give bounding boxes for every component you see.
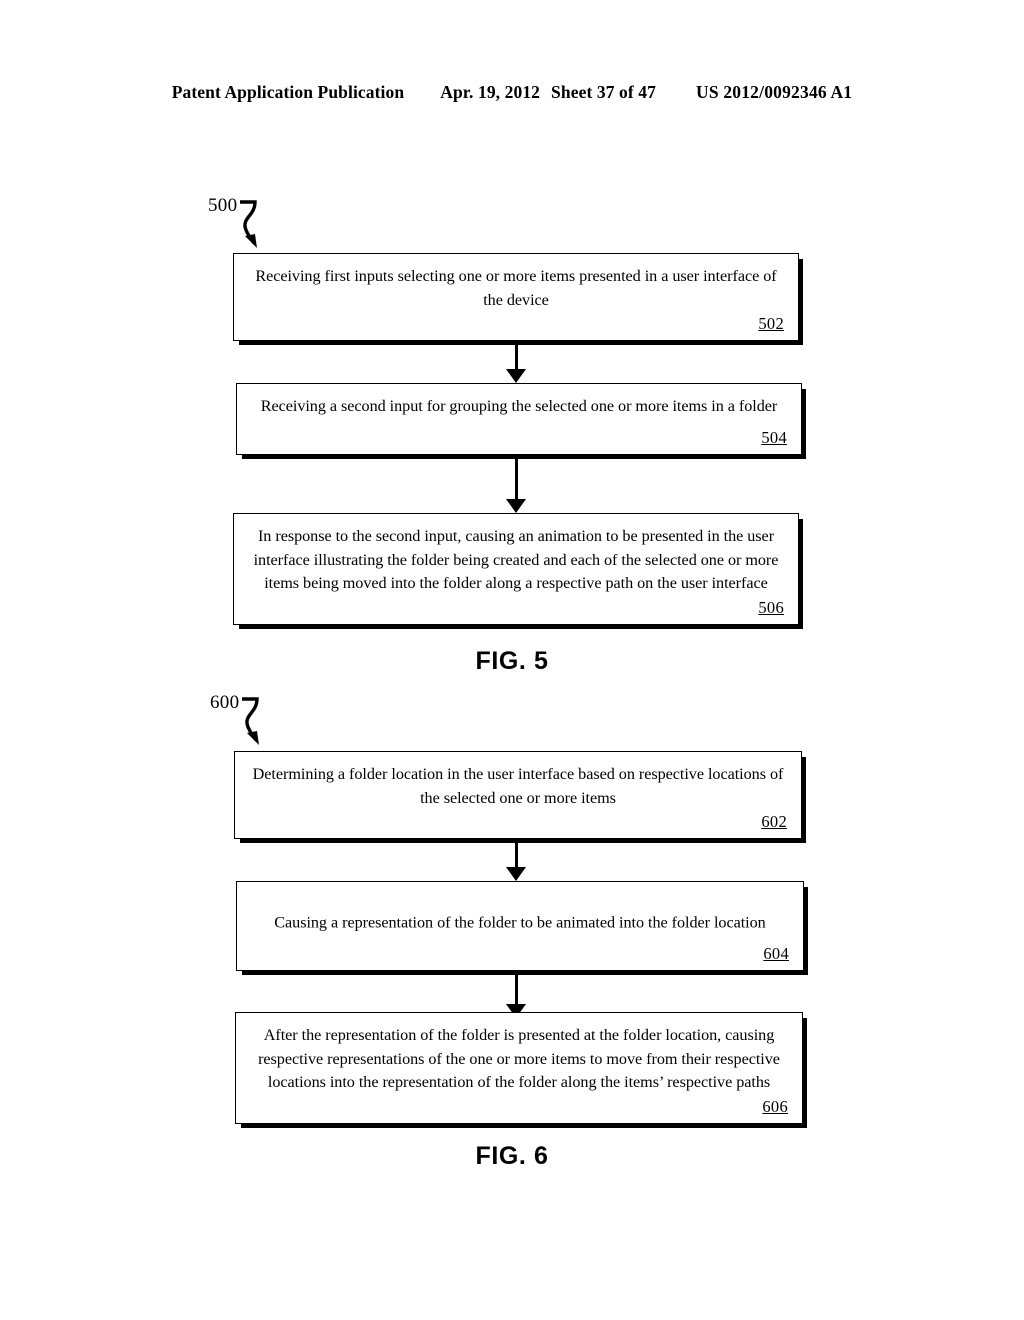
figure-5-lead-line-icon xyxy=(240,200,257,248)
flowchart-step-606: After the representation of the folder i… xyxy=(235,1012,803,1124)
connector-504-to-506 xyxy=(515,455,518,499)
step-506-reference-numeral: 506 xyxy=(758,598,784,617)
connector-502-to-504 xyxy=(515,341,518,369)
step-506-text: In response to the second input, causing… xyxy=(253,527,779,592)
flowchart-step-506: In response to the second input, causing… xyxy=(233,513,799,625)
connector-604-to-606 xyxy=(515,971,518,1004)
flowchart-step-502: Receiving first inputs selecting one or … xyxy=(233,253,799,341)
step-604-text: Causing a representation of the folder t… xyxy=(274,913,766,932)
step-502-text: Receiving first inputs selecting one or … xyxy=(255,267,777,309)
header-sheet-label: Sheet 37 of 47 xyxy=(551,82,656,102)
flowchart-step-604: Causing a representation of the folder t… xyxy=(236,881,804,971)
header-date-label: Apr. 19, 2012 xyxy=(440,82,541,102)
flowchart-step-602: Determining a folder location in the use… xyxy=(234,751,802,839)
flowchart-step-504: Receiving a second input for grouping th… xyxy=(236,383,802,455)
step-604-reference-numeral: 604 xyxy=(763,944,789,963)
connector-602-to-604 xyxy=(515,839,518,867)
arrowhead-504-to-506-icon xyxy=(506,499,526,513)
figure-6-lead-line-icon xyxy=(242,697,259,745)
figure-6-lead-label: 600 xyxy=(210,692,240,713)
step-602-text: Determining a folder location in the use… xyxy=(252,765,784,807)
header-patent-number: US 2012/0092346 A1 xyxy=(695,82,853,102)
figure-5-caption: FIG. 5 xyxy=(475,647,549,675)
figure-6-flowchart: 600 Determining a folder location in the… xyxy=(0,680,1024,1190)
step-504-reference-numeral: 504 xyxy=(761,428,787,447)
figure-5-flowchart: 500 Receiving first inputs selecting one… xyxy=(0,190,1024,680)
step-502-reference-numeral: 502 xyxy=(758,314,784,333)
figure-6-caption: FIG. 6 xyxy=(475,1142,549,1170)
figure-5-lead-label: 500 xyxy=(208,195,238,216)
step-504-text: Receiving a second input for grouping th… xyxy=(260,397,778,415)
header-publication-label: Patent Application Publication xyxy=(171,82,405,102)
step-606-text: After the representation of the folder i… xyxy=(258,1026,780,1091)
step-602-reference-numeral: 602 xyxy=(761,812,787,831)
page-header: Patent Application Publication Apr. 19, … xyxy=(0,82,1024,108)
arrowhead-602-to-604-icon xyxy=(506,867,526,881)
arrowhead-502-to-504-icon xyxy=(506,369,526,383)
step-606-reference-numeral: 606 xyxy=(762,1097,788,1116)
